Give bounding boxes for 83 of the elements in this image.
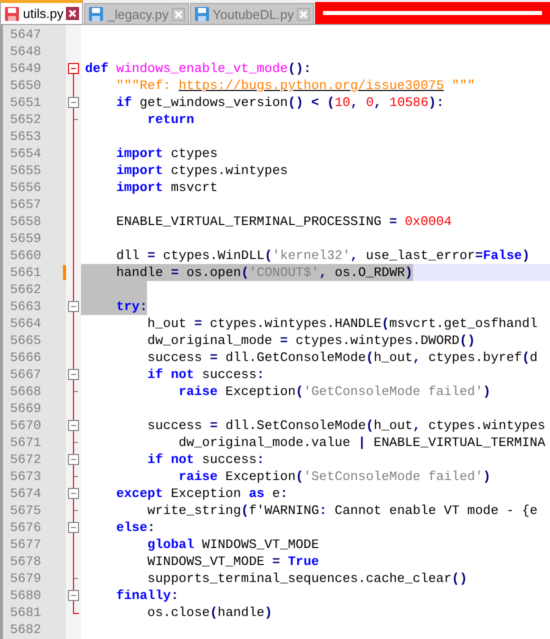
fold-toggle-icon[interactable] — [68, 366, 79, 383]
code-line: """Ref: https://bugs.python.org/issue30075 """ — [115, 77, 476, 94]
line-number: 5652 — [9, 112, 42, 127]
line-number: 5651 — [9, 95, 42, 110]
line-number: 5666 — [9, 350, 42, 365]
line-number: 5669 — [9, 401, 42, 416]
line-number: 5660 — [9, 248, 42, 263]
code-line: success = dll.SetConsoleMode(h_out, ctypes.wintypes — [146, 417, 546, 434]
code-line: raise Exception('GetConsoleMode failed') — [178, 383, 491, 400]
fold-toggle-icon[interactable] — [68, 417, 79, 434]
line-number: 5656 — [9, 180, 42, 195]
line-number: 5649 — [9, 61, 42, 76]
fold-line — [73, 434, 79, 451]
file-tab[interactable]: YoutubeDL.py — [190, 3, 314, 24]
code-line: h_out = ctypes.wintypes.HANDLE(msvcrt.get_osfhandl — [146, 315, 538, 332]
line-number: 5648 — [9, 44, 42, 59]
line-number: 5661 — [9, 265, 42, 280]
line-number: 5682 — [9, 622, 42, 637]
code-line: import ctypes.wintypes — [115, 162, 288, 179]
code-line: dw_original_mode.value | ENABLE_VIRTUAL_TERMINA — [178, 434, 546, 451]
line-number: 5658 — [9, 214, 42, 229]
line-number: 5674 — [9, 486, 42, 501]
fold-line — [73, 468, 79, 485]
line-number: 5680 — [9, 588, 42, 603]
line-number: 5670 — [9, 418, 42, 433]
line-number: 5664 — [9, 316, 42, 331]
save-icon — [194, 6, 210, 22]
file-tab[interactable]: _legacy.py — [84, 3, 189, 24]
line-number: 5662 — [9, 282, 42, 297]
line-number: 5659 — [9, 231, 42, 246]
line-number: 5655 — [9, 163, 42, 178]
line-number: 5665 — [9, 333, 42, 348]
code-line: supports_terminal_sequences.cache_clear() — [146, 570, 468, 587]
line-number: 5673 — [9, 469, 42, 484]
code-line: dw_original_mode = ctypes.wintypes.DWORD() — [146, 332, 476, 349]
line-number: 5650 — [9, 78, 42, 93]
fold-toggle-icon[interactable] — [68, 519, 79, 536]
code-line: import ctypes — [115, 145, 218, 162]
line-number: 5681 — [9, 605, 42, 620]
line-number: 5672 — [9, 452, 42, 467]
line-number: 5654 — [9, 146, 42, 161]
code-line: WINDOWS_VT_MODE = True — [146, 553, 320, 570]
line-number: 5677 — [9, 537, 42, 552]
code-line: write_string(f'WARNING: Cannot enable VT mode - {e — [146, 502, 538, 519]
code-line: else: — [115, 519, 156, 536]
code-line: except Exception as e: — [115, 485, 288, 502]
code-line: global WINDOWS_VT_MODE — [146, 536, 320, 553]
save-icon — [88, 6, 104, 22]
line-number: 5679 — [9, 571, 42, 586]
code-line: success = dll.GetConsoleMode(h_out, ctypes.byref(d — [146, 349, 538, 366]
line-number: 5675 — [9, 503, 42, 518]
line-number: 5668 — [9, 384, 42, 399]
save-icon — [4, 6, 20, 22]
file-tab[interactable]: utils.py — [0, 0, 84, 24]
line-number: 5678 — [9, 554, 42, 569]
code-line: raise Exception('SetConsoleMode failed') — [178, 468, 491, 485]
fold-line — [73, 77, 74, 94]
code-line: os.close(handle) — [146, 604, 272, 621]
line-number: 5667 — [9, 367, 42, 382]
line-number: 5671 — [9, 435, 42, 450]
close-icon[interactable] — [66, 7, 80, 20]
code-line: import msvcrt — [115, 179, 218, 196]
line-number: 5676 — [9, 520, 42, 535]
code-line: if not success: — [146, 366, 264, 383]
code-line: dll = ctypes.WinDLL('kernel32', use_last_error=False) — [115, 247, 530, 264]
fold-line — [73, 502, 79, 519]
code-line: return — [146, 111, 194, 128]
fold-toggle-icon[interactable] — [68, 587, 79, 604]
fold-line — [73, 604, 79, 614]
code-line: finally: — [115, 587, 179, 604]
fold-toggle-icon[interactable] — [68, 298, 79, 315]
code-line: def windows_enable_vt_mode(): — [84, 60, 312, 77]
fold-toggle-icon[interactable] — [68, 60, 79, 77]
line-number: 5657 — [9, 197, 42, 212]
line-number: 5653 — [9, 129, 42, 144]
fold-toggle-icon[interactable] — [68, 451, 79, 468]
code-line: if not success: — [146, 451, 264, 468]
line-number: 5647 — [9, 27, 42, 42]
fold-toggle-icon[interactable] — [68, 485, 79, 502]
fold-toggle-icon[interactable] — [68, 94, 79, 111]
code-line: if get_windows_version() < (10, 0, 10586): — [115, 94, 444, 111]
code-line: ENABLE_VIRTUAL_TERMINAL_PROCESSING = 0x0004 — [115, 213, 452, 230]
line-number: 5663 — [9, 299, 42, 314]
